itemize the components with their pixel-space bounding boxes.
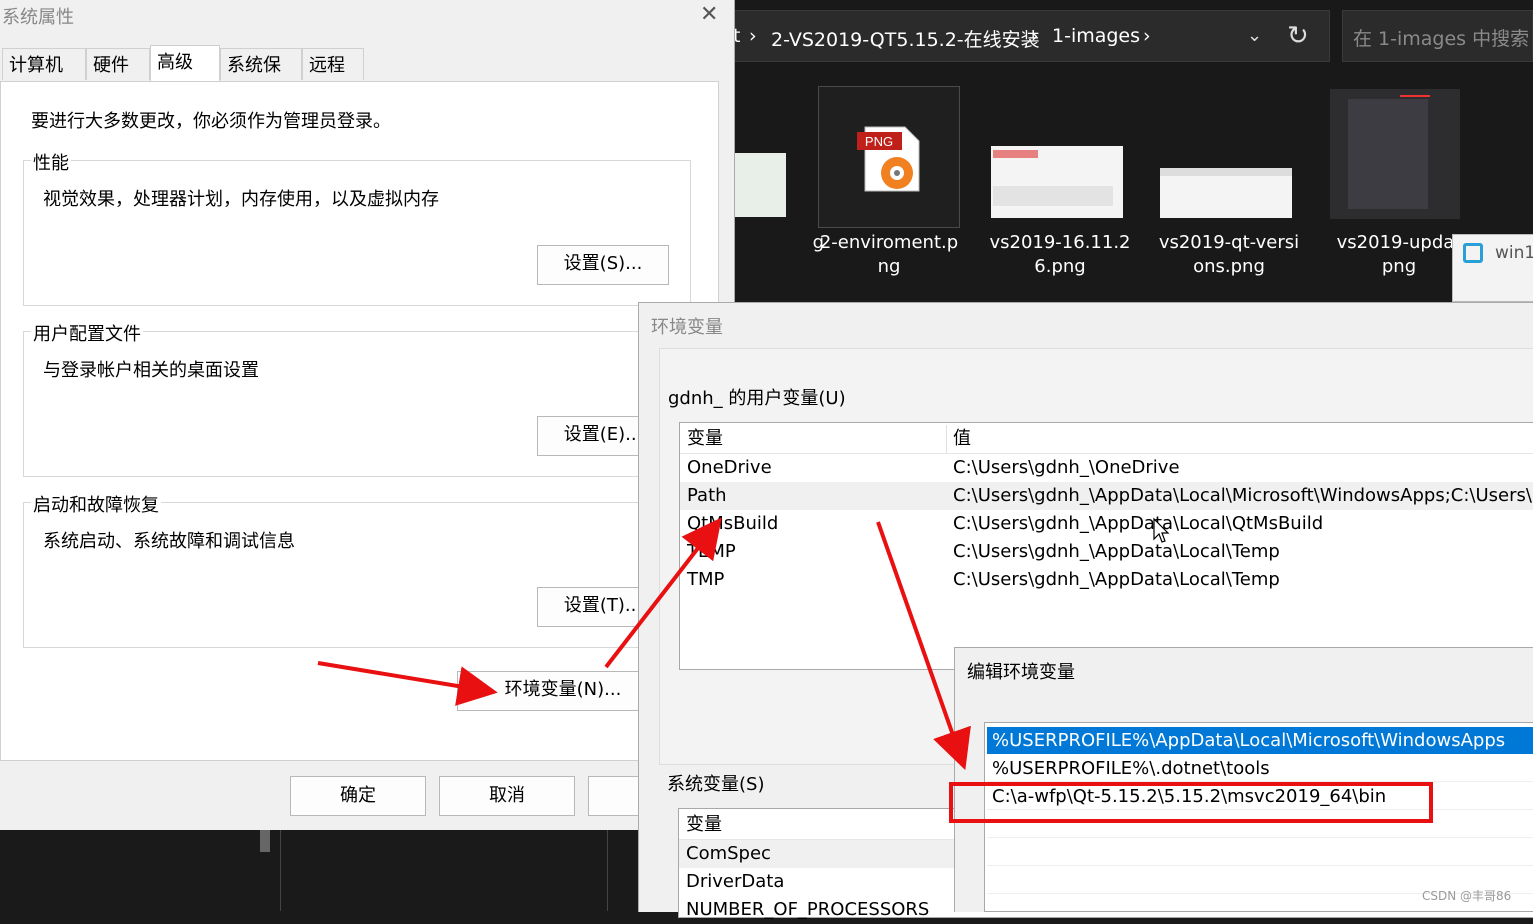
annotation-arrow <box>317 661 498 706</box>
annotation-arrow <box>604 517 722 669</box>
annotation-overlay <box>317 517 1433 823</box>
annotation-highlight-box <box>949 782 1433 823</box>
watermark: CSDN @丰哥86 <box>1422 889 1512 903</box>
annotation-arrow <box>876 521 971 771</box>
